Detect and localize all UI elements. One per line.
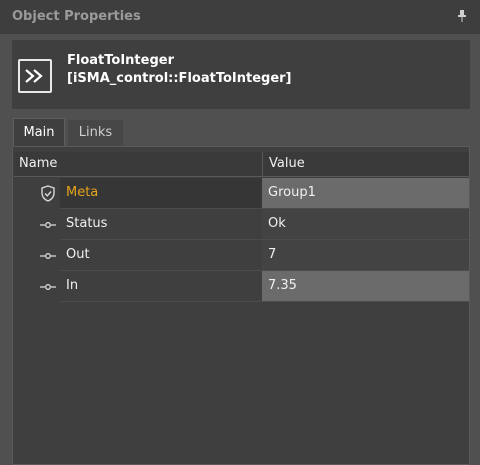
property-value: Ok <box>262 209 469 240</box>
tab-main[interactable]: Main <box>13 118 65 146</box>
shield-check-icon <box>14 178 60 209</box>
panel-title-bar: Object Properties <box>0 0 480 34</box>
property-name: Status <box>60 209 262 240</box>
property-row-status[interactable]: Status Ok <box>14 209 469 240</box>
property-value-field[interactable]: 7.35 <box>262 271 469 302</box>
pin-icon[interactable] <box>458 10 466 22</box>
component-name: FloatToInteger <box>67 53 174 68</box>
property-row-out[interactable]: Out 7 <box>14 240 469 271</box>
slot-icon <box>14 271 60 302</box>
component-header: FloatToInteger [iSMA_control::FloatToInt… <box>12 40 470 109</box>
component-type: [iSMA_control::FloatToInteger] <box>67 71 292 86</box>
slot-icon <box>14 240 60 271</box>
property-name: Meta <box>60 178 262 209</box>
arrow-forward-icon <box>18 59 52 93</box>
property-value-field[interactable]: Group1 <box>262 178 469 209</box>
column-header-name[interactable]: Name <box>19 156 57 171</box>
properties-panel: Name Value Meta Group1 Status Ok Out 7 I… <box>12 146 470 465</box>
property-row-meta[interactable]: Meta Group1 <box>14 178 469 209</box>
property-value: 7 <box>262 240 469 271</box>
tab-bar: Main Links <box>12 118 470 146</box>
tab-links[interactable]: Links <box>68 120 123 146</box>
property-row-in[interactable]: In 7.35 <box>14 271 469 302</box>
property-name: Out <box>60 240 262 271</box>
property-name: In <box>60 271 262 302</box>
grid-header: Name Value <box>14 152 469 177</box>
panel-title: Object Properties <box>12 9 141 24</box>
column-header-value[interactable]: Value <box>262 152 469 176</box>
slot-icon <box>14 209 60 240</box>
